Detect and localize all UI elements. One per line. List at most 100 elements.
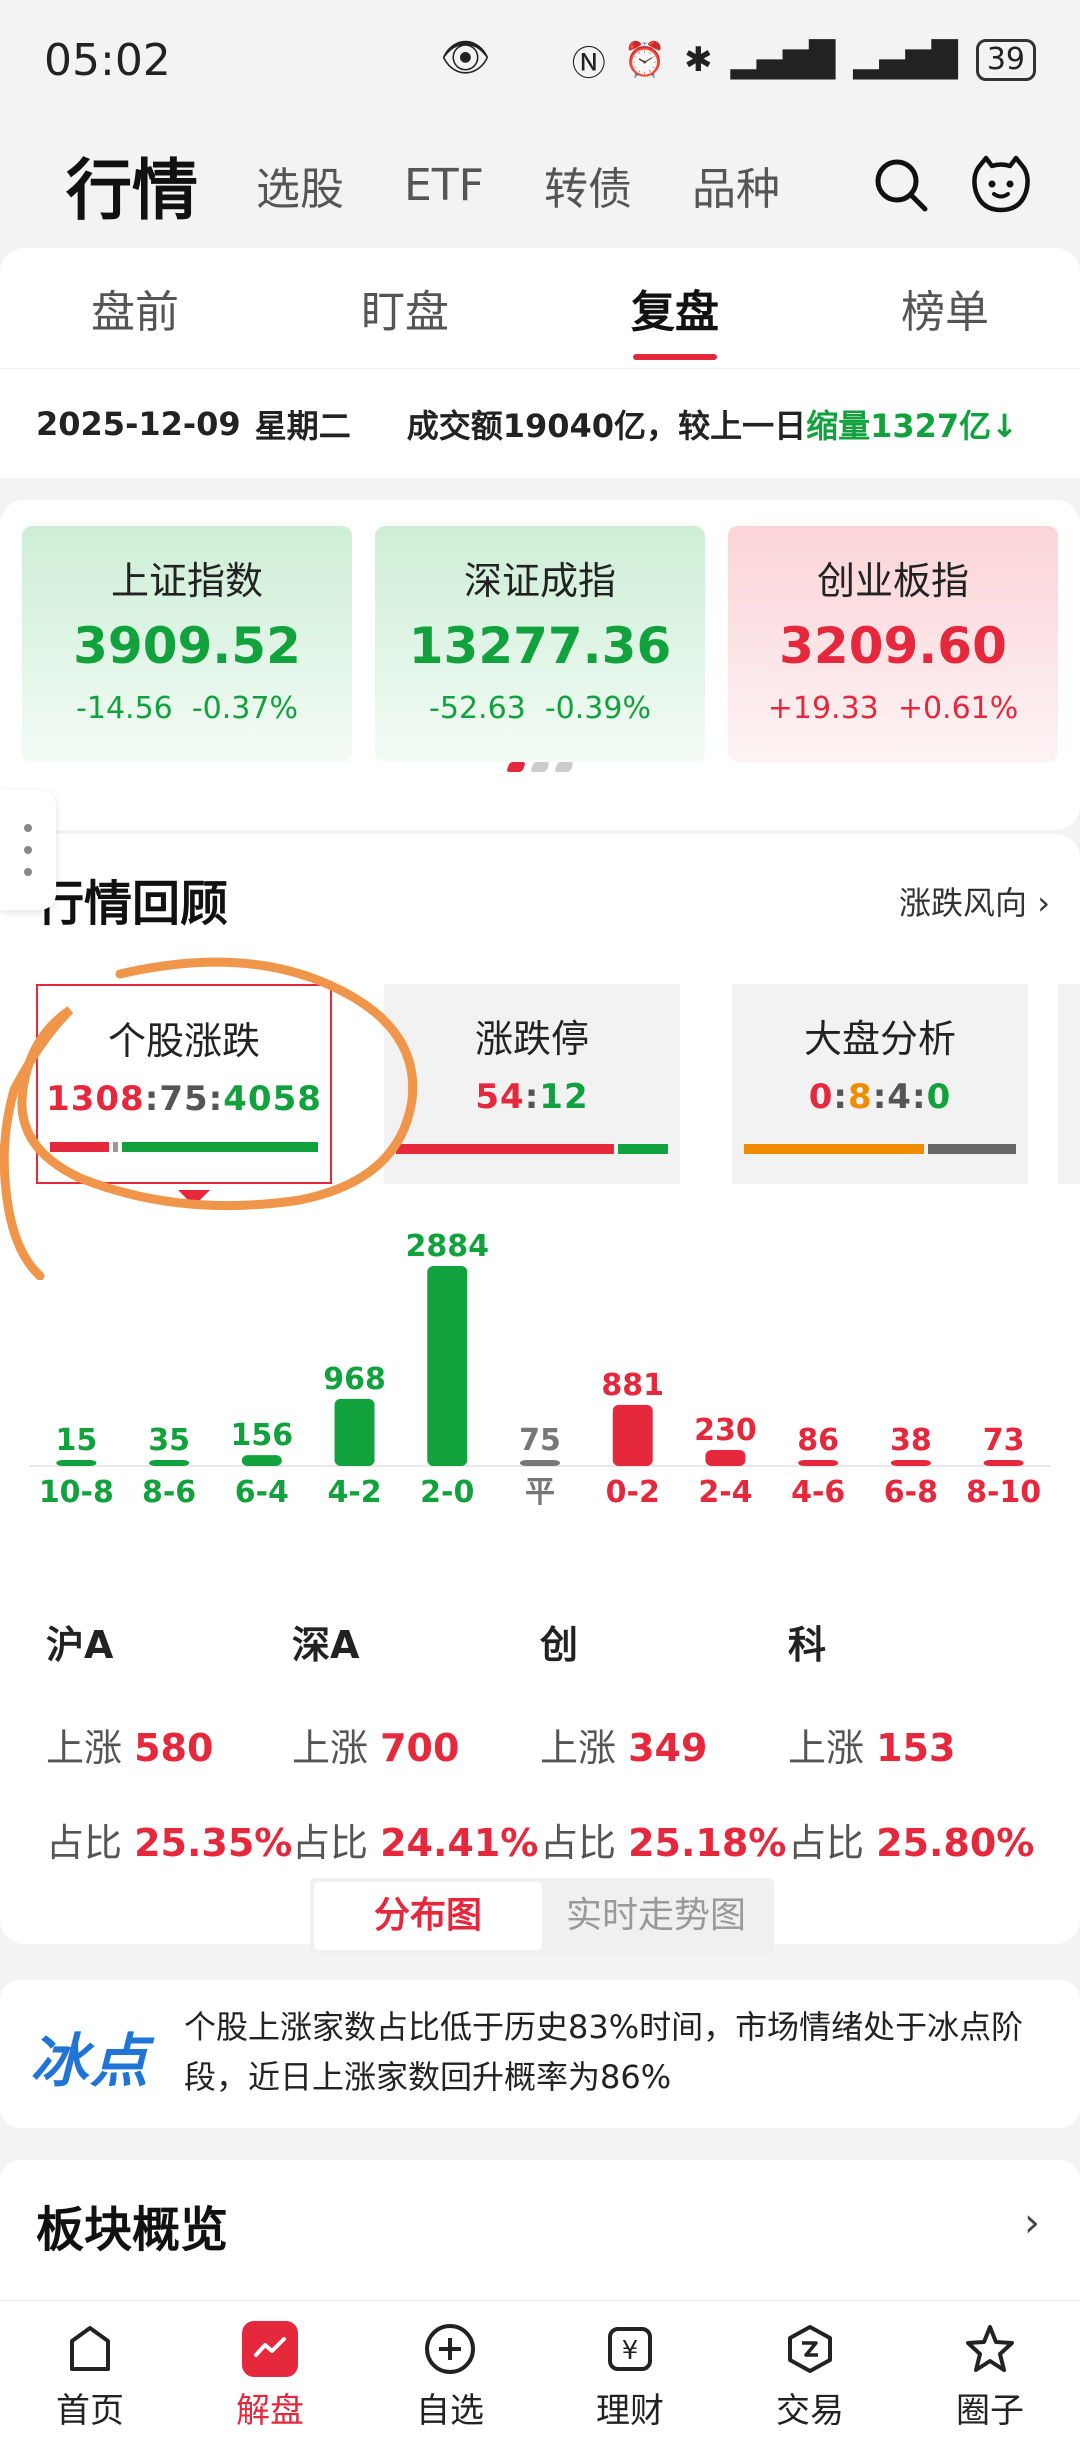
index-change: +19.33 +0.61% — [767, 691, 1019, 726]
index-name: 上证指数 — [110, 559, 263, 603]
chart-category-label: 8-10 — [966, 1475, 1041, 1510]
section-title: 行情回顾 — [36, 876, 229, 932]
chart-value-label: 881 — [601, 1368, 664, 1403]
nav-link-zhuanzhai[interactable]: 转债 — [544, 153, 632, 217]
chart-category-label: 平 — [525, 1475, 555, 1510]
compare-label: ，较上一日 — [646, 406, 807, 445]
stat-ratio-bar — [744, 1144, 1016, 1154]
signal-icon: ▂▄▆█ — [730, 40, 836, 80]
chart-bar — [520, 1460, 560, 1466]
mascot-icon[interactable] — [966, 150, 1036, 220]
nav-link-pinzhong[interactable]: 品种 — [692, 153, 780, 217]
star-icon — [962, 2321, 1018, 2377]
chart-value-label: 2884 — [406, 1229, 490, 1264]
index-card-chinext[interactable]: 创业板指 3209.60 +19.33 +0.61% — [728, 526, 1058, 762]
trend-link[interactable]: 涨跌风向 › — [899, 878, 1050, 924]
chart-value-label: 38 — [890, 1423, 932, 1458]
search-icon[interactable] — [866, 150, 936, 220]
home-icon — [62, 2321, 118, 2377]
market-col-sh: 沪A 上涨 580 占比 25.35% — [46, 1623, 293, 1865]
carousel-indicator — [506, 762, 574, 772]
side-drag-handle[interactable] — [0, 790, 56, 910]
signal-icon-2: ▂▄▆█ — [853, 40, 958, 80]
market-col-sz: 深A 上涨 700 占比 24.41% — [292, 1623, 539, 1865]
index-name: 深证成指 — [463, 559, 616, 603]
summary-weekday: 星期二 — [254, 406, 351, 445]
index-name: 创业板指 — [816, 559, 969, 603]
chart-bar — [334, 1398, 375, 1466]
chart-bar — [705, 1450, 746, 1466]
bottom-nav-home[interactable]: 首页 — [0, 2301, 180, 2440]
chart-category-label: 2-0 — [420, 1475, 474, 1510]
status-time: 05:02 — [44, 34, 171, 86]
index-value: 13277.36 — [408, 617, 672, 675]
index-card-shanghai[interactable]: 上证指数 3909.52 -14.56 -0.37% — [22, 526, 352, 762]
bottom-nav-wealth[interactable]: ¥ 理财 — [540, 2301, 720, 2440]
chart-bar — [149, 1460, 190, 1466]
distribution-chart: 15 10-8 35 8-6 156 6-4 968 4-2 2884 2-0 75 平 881 0-2 2… — [30, 1229, 1050, 1510]
nav-link-xuangu[interactable]: 选股 — [256, 153, 344, 217]
sentiment-text: 个股上涨家数占比低于历史83%时间，市场情绪处于冰点阶段，近日上涨家数回升概率为… — [184, 2008, 1024, 2096]
tab-dingpan[interactable]: 盯盘 — [270, 248, 540, 368]
svg-text:¥: ¥ — [622, 2336, 639, 2366]
chart-bar — [983, 1460, 1024, 1466]
summary-date: 2025-12-09 — [36, 404, 241, 443]
sub-tabs: 盘前 盯盘 复盘 榜单 — [0, 248, 1080, 368]
alarm-icon: ⏰ — [623, 40, 667, 80]
turnover-value: 19040亿 — [502, 406, 647, 445]
chart-value-label: 156 — [231, 1418, 294, 1453]
toggle-realtime[interactable]: 实时走势图 — [542, 1882, 770, 1950]
chart-category-label: 8-6 — [142, 1475, 196, 1510]
status-bar: 05:02 👁 Ⓝ ⏰ ✱ ▂▄▆█ ▂▄▆█ 39 — [0, 0, 1080, 120]
bottom-nav-watchlist[interactable]: 自选 — [360, 2301, 540, 2440]
chart-value-label: 968 — [323, 1362, 386, 1397]
bottom-nav-trade[interactable]: 交易 — [720, 2301, 900, 2440]
chart-value-label: 75 — [519, 1423, 561, 1458]
turnover-label: 成交额 — [406, 406, 503, 445]
page-title[interactable]: 行情 — [66, 137, 198, 233]
bottom-nav-community[interactable]: 圈子 — [900, 2301, 1080, 2440]
index-value: 3909.52 — [73, 617, 301, 675]
battery-icon: 39 — [975, 39, 1036, 81]
chart-toggle: 分布图 实时走势图 — [310, 1878, 774, 1954]
stat-card-market-analysis[interactable]: 大盘分析 0:8:4:0 — [732, 984, 1028, 1184]
chart-bar — [612, 1404, 653, 1466]
tab-panqian[interactable]: 盘前 — [0, 248, 270, 368]
tab-bangdan[interactable]: 榜单 — [810, 248, 1080, 368]
chart-bar — [427, 1266, 468, 1466]
tab-fupan[interactable]: 复盘 — [540, 248, 810, 368]
chart-value-label: 230 — [694, 1413, 757, 1448]
chart-category-label: 4-6 — [791, 1475, 845, 1510]
chart-category-label: 6-4 — [235, 1475, 289, 1510]
section-title: 板块概览 — [36, 2202, 229, 2258]
nav-link-etf[interactable]: ETF — [404, 160, 484, 211]
index-value: 3209.60 — [779, 617, 1007, 675]
nfc-icon: Ⓝ — [571, 43, 606, 84]
bottom-nav-jiepan[interactable]: 解盘 — [180, 2301, 360, 2440]
stat-name: 大盘分析 — [803, 1017, 956, 1061]
trend-chart-icon — [242, 2321, 298, 2377]
bluetooth-icon: ✱ — [684, 40, 713, 80]
chart-category-label: 0-2 — [606, 1475, 660, 1510]
chart-bar — [798, 1460, 839, 1466]
chart-value-label: 15 — [55, 1423, 97, 1458]
freeze-badge: 冰点 — [30, 2027, 151, 2095]
exchange-icon — [782, 2321, 838, 2377]
turnover-change: 缩量1327亿↓ — [806, 406, 1018, 445]
toggle-distribution[interactable]: 分布图 — [314, 1882, 542, 1950]
market-col-star: 科 上涨 153 占比 25.80% — [788, 1623, 1035, 1865]
add-circle-icon — [422, 2321, 478, 2377]
stat-card-partial[interactable] — [1058, 984, 1080, 1184]
index-change: -52.63 -0.39% — [429, 691, 651, 726]
chart-value-label: 73 — [983, 1423, 1025, 1458]
sentiment-card[interactable]: 冰点 个股上涨家数占比低于历史83%时间，市场情绪处于冰点阶段，近日上涨家数回升… — [0, 1980, 1080, 2128]
chevron-right-icon: › — [1024, 2200, 1040, 2246]
stat-value: 0:8:4:0 — [808, 1077, 952, 1117]
market-review: 行情回顾 涨跌风向 › 个股涨跌 1308:75:4058 涨跌停 54:12 … — [0, 834, 1080, 1954]
status-icons: Ⓝ ⏰ ✱ ▂▄▆█ ▂▄▆█ 39 — [572, 36, 1036, 85]
market-col-chinext: 创 上涨 349 占比 25.18% — [540, 1623, 787, 1865]
sector-overview[interactable]: 板块概览 › — [0, 2160, 1080, 2300]
index-cards: 上证指数 3909.52 -14.56 -0.37% 深证成指 13277.36… — [0, 500, 1080, 830]
eye-icon: 👁 — [440, 35, 491, 81]
index-card-shenzhen[interactable]: 深证成指 13277.36 -52.63 -0.39% — [375, 526, 705, 762]
